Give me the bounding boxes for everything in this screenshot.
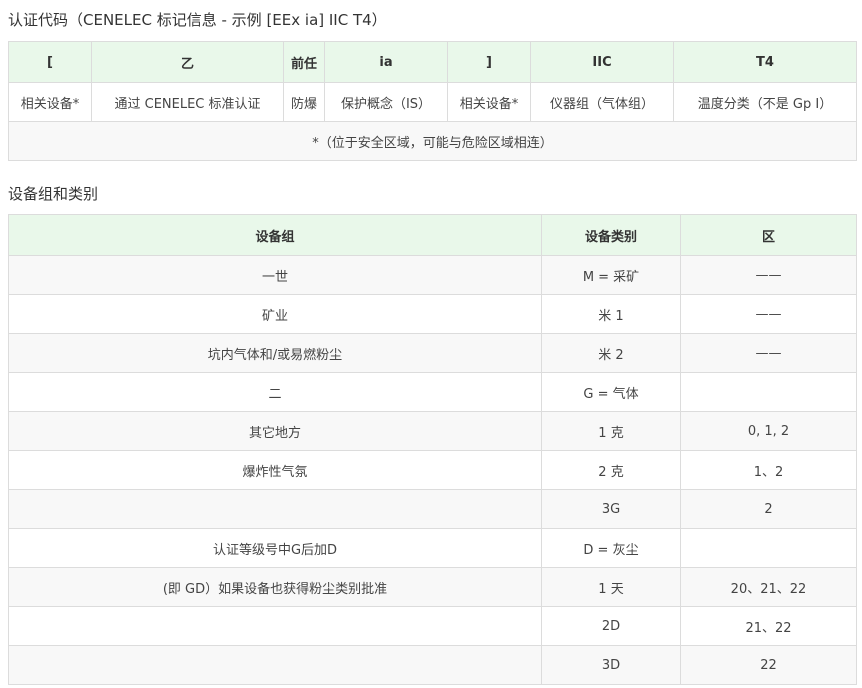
table-cell: 3G	[541, 489, 681, 529]
table-cell: 2 克	[541, 450, 681, 490]
table-cell: 二	[8, 372, 542, 412]
table-cell	[680, 372, 857, 412]
certification-code-title: 认证代码（CENELEC 标记信息 - 示例 [EEx ia] IIC T4）	[8, 11, 387, 29]
table-row: 其它地方 1 克 0, 1, 2	[8, 411, 857, 451]
table-cell: 相关设备*	[447, 82, 531, 122]
table-cell: 2D	[541, 606, 681, 646]
header-cell: 前任	[283, 41, 325, 83]
table-note-row: *（位于安全区域，可能与危险区域相连）	[8, 121, 857, 161]
table-cell: 22	[680, 645, 857, 685]
table-cell: 一世	[8, 255, 542, 295]
header-cell: ]	[447, 41, 531, 83]
table-cell: G = 气体	[541, 372, 681, 412]
table-row: 2D 21、22	[8, 606, 857, 646]
header-cell: IIC	[530, 41, 674, 83]
table-cell: 0, 1, 2	[680, 411, 857, 451]
table-cell: 相关设备*	[8, 82, 92, 122]
table-cell: 其它地方	[8, 411, 542, 451]
table-cell: ——	[680, 255, 857, 295]
header-cell: 设备类别	[541, 214, 681, 256]
table-cell: 米 2	[541, 333, 681, 373]
table-cell	[8, 606, 542, 646]
table-header-row: 设备组 设备类别 区	[8, 214, 857, 256]
table-cell: ——	[680, 333, 857, 373]
table-cell	[8, 489, 542, 529]
table-cell: 1、2	[680, 450, 857, 490]
table-cell: (即 GD）如果设备也获得粉尘类别批准	[8, 567, 542, 607]
table-cell: 保护概念（IS）	[324, 82, 448, 122]
table-cell: 仪器组（气体组）	[530, 82, 674, 122]
table-cell: M = 采矿	[541, 255, 681, 295]
table-cell: D = 灰尘	[541, 528, 681, 568]
table-row: 一世 M = 采矿 ——	[8, 255, 857, 295]
table-row: (即 GD）如果设备也获得粉尘类别批准 1 天 20、21、22	[8, 567, 857, 607]
table-row: 爆炸性气氛 2 克 1、2	[8, 450, 857, 490]
header-cell: 区	[680, 214, 857, 256]
table-row: 矿业米 1 ——	[8, 294, 857, 334]
table-cell: 矿业	[8, 294, 542, 334]
table-cell: 认证等级号中G后加D	[8, 528, 542, 568]
table-cell: 2	[680, 489, 857, 529]
certification-code-table: [ 乙 前任 ia ] IIC T4 相关设备* 通过 CENELEC 标准认证…	[8, 41, 857, 161]
table-cell: 防爆	[283, 82, 325, 122]
header-cell: [	[8, 41, 92, 83]
table-cell: 1 天	[541, 567, 681, 607]
table-note: *（位于安全区域，可能与危险区域相连）	[8, 121, 857, 161]
header-cell: 设备组	[8, 214, 542, 256]
table-cell: 米 1	[541, 294, 681, 334]
table-row: 坑内气体和/或易燃粉尘米 2 ——	[8, 333, 857, 373]
table-row: 二G = 气体	[8, 372, 857, 412]
table-row: 认证等级号中G后加D D = 灰尘	[8, 528, 857, 568]
table-header-row: [ 乙 前任 ia ] IIC T4	[8, 41, 857, 83]
table-cell: 坑内气体和/或易燃粉尘	[8, 333, 542, 373]
table-cell: 通过 CENELEC 标准认证	[91, 82, 284, 122]
table-cell	[680, 528, 857, 568]
table-cell: 爆炸性气氛	[8, 450, 542, 490]
table-row: 3G 2	[8, 489, 857, 529]
header-cell: T4	[673, 41, 857, 83]
equipment-groups-title: 设备组和类别	[8, 185, 99, 203]
table-cell: 21、22	[680, 606, 857, 646]
table-cell: 20、21、22	[680, 567, 857, 607]
table-row: 相关设备* 通过 CENELEC 标准认证 防爆 保护概念（IS） 相关设备* …	[8, 82, 857, 122]
header-cell: ia	[324, 41, 448, 83]
table-cell: 1 克	[541, 411, 681, 451]
table-cell: 温度分类（不是 Gp I）	[673, 82, 857, 122]
table-row: 3D 22	[8, 645, 857, 685]
table-cell	[8, 645, 542, 685]
header-cell: 乙	[91, 41, 284, 83]
equipment-groups-table: 设备组 设备类别 区 一世 M = 采矿 —— 矿业米 1 —— 坑内气体和/或易燃粉尘米…	[8, 214, 857, 685]
table-cell: ——	[680, 294, 857, 334]
table-cell: 3D	[541, 645, 681, 685]
